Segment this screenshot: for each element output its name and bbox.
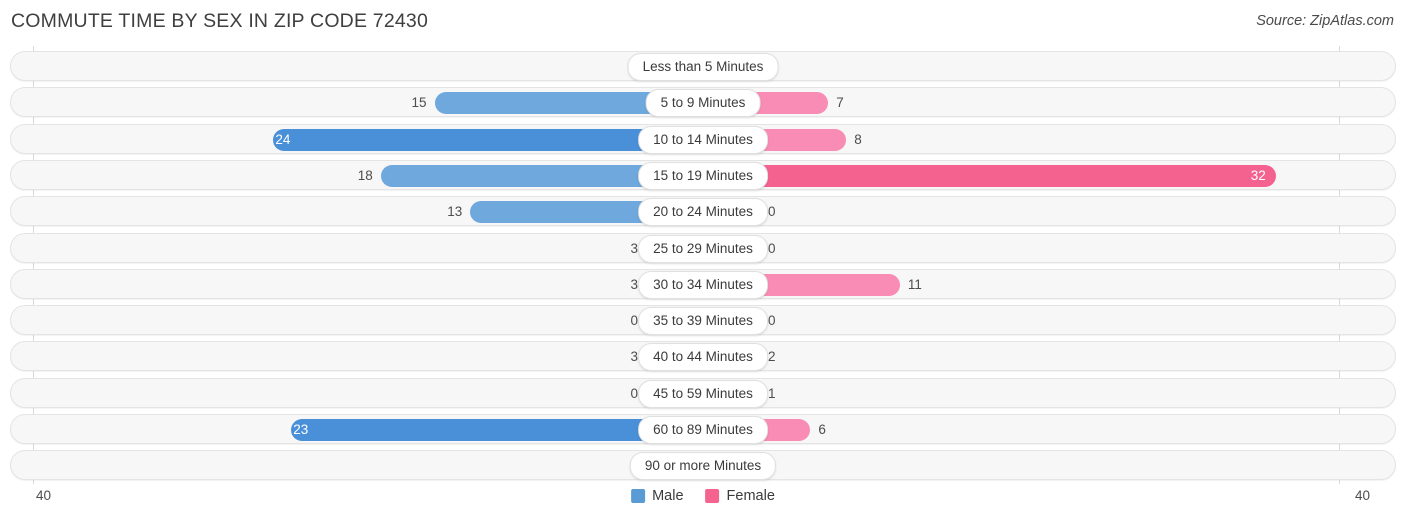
value-label-male: 23 — [293, 422, 309, 437]
category-label: 5 to 9 Minutes — [645, 89, 761, 118]
chart-header: COMMUTE TIME BY SEX IN ZIP CODE 72430 So… — [0, 0, 1406, 46]
chart-row: 0 1 45 to 59 Minutes — [10, 377, 1396, 408]
value-label-male: 0 — [630, 385, 638, 401]
chart-row: 3 0 25 to 29 Minutes — [10, 232, 1396, 263]
chart-plot-area: 00Less than 5 Minutes1575 to 9 Minutes24… — [0, 46, 1406, 484]
value-label-male: 3 — [630, 349, 638, 365]
chart-row: 18 32 15 to 19 Minutes — [10, 159, 1396, 190]
legend-label: Male — [652, 488, 684, 504]
chart-row: 24 8 10 to 14 Minutes — [10, 123, 1396, 154]
value-label-female: 7 — [836, 95, 844, 111]
value-label-male: 24 — [275, 131, 291, 147]
value-label-female: 11 — [907, 276, 922, 292]
category-label: 15 to 19 Minutes — [638, 161, 768, 190]
source-attribution: Source: ZipAtlas.com — [1256, 13, 1394, 29]
legend-label: Female — [726, 488, 775, 504]
legend-swatch-icon — [631, 489, 646, 503]
chart-row: 3 2 40 to 44 Minutes — [10, 341, 1396, 372]
category-label: 35 to 39 Minutes — [638, 307, 768, 336]
category-label: 45 to 59 Minutes — [638, 379, 768, 408]
chart-legend: Male Female — [631, 488, 775, 504]
value-label-female: 1 — [768, 385, 776, 401]
page-title: COMMUTE TIME BY SEX IN ZIP CODE 72430 — [11, 10, 429, 32]
legend-item-male[interactable]: Male — [631, 488, 684, 504]
value-label-female: 2 — [768, 349, 776, 365]
chart-row: 0090 or more Minutes — [10, 450, 1396, 481]
category-label: 60 to 89 Minutes — [638, 416, 768, 444]
value-label-female: 0 — [768, 240, 776, 256]
chart-row: 00Less than 5 Minutes — [10, 51, 1396, 81]
legend-item-female[interactable]: Female — [705, 488, 775, 504]
value-label-female: 8 — [854, 131, 862, 147]
bar-female — [703, 164, 1276, 187]
category-label: 30 to 34 Minutes — [638, 270, 768, 299]
chart-row: 15 7 5 to 9 Minutes — [10, 87, 1396, 118]
value-label-female: 0 — [768, 313, 776, 329]
chart-row: 23 6 60 to 89 Minutes — [10, 414, 1396, 444]
value-label-male: 3 — [630, 240, 638, 256]
category-label: 40 to 44 Minutes — [638, 343, 768, 372]
chart-row: 0 0 35 to 39 Minutes — [10, 305, 1396, 336]
value-label-male: 13 — [447, 204, 463, 220]
category-label: Less than 5 Minutes — [627, 53, 779, 81]
chart-row: 13 0 20 to 24 Minutes — [10, 196, 1396, 227]
category-label: 20 to 24 Minutes — [638, 198, 768, 227]
chart-row: 3 11 30 to 34 Minutes — [10, 268, 1396, 299]
category-label: 90 or more Minutes — [629, 452, 777, 481]
value-label-female: 6 — [818, 422, 826, 437]
chart-footer: 40 40 Male Female — [0, 484, 1406, 523]
value-label-male: 0 — [630, 313, 638, 329]
value-label-male: 15 — [411, 95, 427, 111]
legend-swatch-icon — [705, 489, 720, 503]
value-label-male: 3 — [630, 276, 638, 292]
value-label-female: 32 — [1250, 167, 1266, 183]
value-label-male: 18 — [357, 167, 373, 183]
axis-tick-right: 40 — [1354, 488, 1370, 503]
category-label: 25 to 29 Minutes — [638, 234, 768, 263]
category-label: 10 to 14 Minutes — [638, 125, 768, 154]
value-label-female: 0 — [768, 204, 776, 220]
axis-tick-left: 40 — [36, 488, 52, 503]
